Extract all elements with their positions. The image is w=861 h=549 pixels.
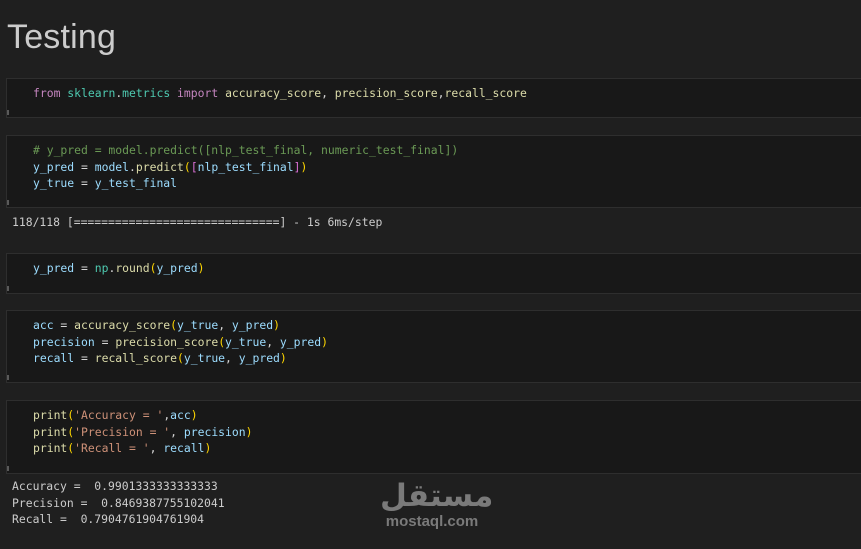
- code-token: model: [94, 159, 130, 174]
- code-token: ): [197, 261, 205, 275]
- code-token: y_true: [177, 318, 219, 332]
- code-token: 'Accuracy = ': [74, 408, 164, 422]
- code-token: 'Precision = ': [74, 424, 171, 439]
- code-token: import: [177, 86, 219, 100]
- code-cell-imports[interactable]: from sklearn.metrics import accuracy_sco…: [6, 78, 861, 118]
- code-token: ): [279, 351, 287, 365]
- code-token: ): [204, 441, 212, 455]
- code-line[interactable]: print('Precision = ', precision): [33, 424, 252, 441]
- code-token: ,: [321, 86, 335, 100]
- code-token: print: [33, 424, 68, 439]
- code-line[interactable]: print('Recall = ', recall): [33, 440, 252, 457]
- watermark: مستقل mostaql.com: [380, 478, 494, 530]
- code-line[interactable]: # y_pred = model.predict([nlp_test_final…: [33, 142, 458, 159]
- code-token: y_test_final: [94, 176, 178, 190]
- code-token: =: [74, 176, 95, 190]
- code-line[interactable]: y_pred = model.predict([nlp_test_final]): [33, 159, 458, 176]
- cell-source[interactable]: # y_pred = model.predict([nlp_test_final…: [33, 142, 458, 192]
- code-token: (: [177, 351, 184, 365]
- code-token: y_true: [225, 334, 267, 349]
- code-token: ,: [266, 334, 280, 349]
- code-token: recall: [33, 351, 75, 365]
- code-token: from: [33, 86, 61, 100]
- code-token: =: [53, 318, 75, 332]
- code-token: precision: [183, 424, 246, 439]
- watermark-logo: مستقل: [380, 478, 494, 514]
- code-token: recall_score: [94, 351, 178, 365]
- code-token: precision_score: [334, 86, 438, 100]
- code-token: print: [33, 408, 68, 422]
- code-token: =: [94, 334, 116, 349]
- code-cell-round[interactable]: y_pred = np.round(y_pred): [6, 253, 861, 294]
- cell-output-print: Accuracy = 0.9901333333333333 Precision …: [12, 479, 225, 526]
- code-token: y_true: [33, 176, 75, 190]
- code-cell-predict[interactable]: # y_pred = model.predict([nlp_test_final…: [6, 135, 861, 208]
- code-token: (: [183, 159, 191, 174]
- code-token: y_true: [183, 351, 226, 365]
- code-line[interactable]: from sklearn.metrics import accuracy_sco…: [33, 85, 527, 102]
- code-token: (: [170, 318, 178, 332]
- code-token: sklearn: [67, 86, 116, 100]
- code-token: [: [190, 159, 198, 174]
- code-token: y_pred: [238, 351, 280, 365]
- code-token: ,: [149, 441, 164, 455]
- code-token: ,: [170, 424, 184, 439]
- code-token: ,: [218, 318, 232, 332]
- code-token: ): [300, 159, 308, 174]
- code-token: ): [190, 408, 198, 422]
- cell-source[interactable]: from sklearn.metrics import accuracy_sco…: [33, 85, 527, 102]
- code-token: precision_score: [115, 334, 219, 349]
- code-token: # y_pred = model.predict([nlp_test_final…: [33, 143, 459, 157]
- code-token: recall_score: [444, 86, 527, 100]
- code-token: nlp_test_final: [197, 159, 294, 174]
- code-line[interactable]: precision = precision_score(y_true, y_pr…: [33, 334, 328, 351]
- code-token: y_pred: [33, 159, 75, 174]
- code-token: ]: [293, 159, 301, 174]
- code-line[interactable]: print('Accuracy = ',acc): [33, 407, 252, 424]
- code-line[interactable]: recall = recall_score(y_true, y_pred): [33, 350, 328, 367]
- code-token: round: [115, 261, 150, 275]
- code-token: =: [74, 261, 95, 275]
- code-token: y_pred: [231, 318, 274, 332]
- code-line[interactable]: y_true = y_test_final: [33, 175, 458, 192]
- code-token: acc: [170, 408, 191, 422]
- code-token: ): [245, 424, 253, 439]
- code-line[interactable]: y_pred = np.round(y_pred): [33, 260, 204, 277]
- code-cell-metrics[interactable]: acc = accuracy_score(y_true, y_pred) prec…: [6, 310, 861, 383]
- code-token: np: [94, 261, 109, 275]
- code-token: recall: [163, 441, 205, 455]
- watermark-url: mostaql.com: [385, 513, 479, 530]
- code-token: .: [129, 159, 136, 174]
- code-token: ,: [437, 86, 445, 100]
- cell-source[interactable]: y_pred = np.round(y_pred): [33, 260, 204, 277]
- code-line[interactable]: acc = accuracy_score(y_true, y_pred): [33, 317, 328, 334]
- code-token: ): [273, 318, 280, 332]
- code-token: ): [321, 334, 328, 349]
- code-token: y_pred: [156, 261, 198, 275]
- cell-source[interactable]: print('Accuracy = ',acc) print('Precision…: [33, 407, 252, 457]
- code-token: y_pred: [33, 261, 75, 275]
- code-token: precision: [33, 334, 95, 349]
- code-token: predict: [135, 159, 184, 174]
- code-token: y_pred: [279, 334, 322, 349]
- code-token: accuracy_score: [74, 318, 171, 332]
- code-token: ,: [225, 351, 239, 365]
- code-cell-print[interactable]: print('Accuracy = ',acc) print('Precision…: [6, 400, 861, 474]
- code-token: =: [74, 159, 95, 174]
- cell-output-predict: 118/118 [==============================]…: [12, 215, 383, 229]
- cell-source[interactable]: acc = accuracy_score(y_true, y_pred) prec…: [33, 317, 328, 367]
- code-token: metrics: [122, 86, 171, 100]
- code-token: accuracy_score: [225, 86, 322, 100]
- section-heading: Testing: [7, 18, 117, 56]
- code-token: 'Recall = ': [74, 441, 150, 455]
- code-token: print: [33, 441, 68, 455]
- code-token: acc: [33, 318, 54, 332]
- code-token: =: [74, 351, 95, 365]
